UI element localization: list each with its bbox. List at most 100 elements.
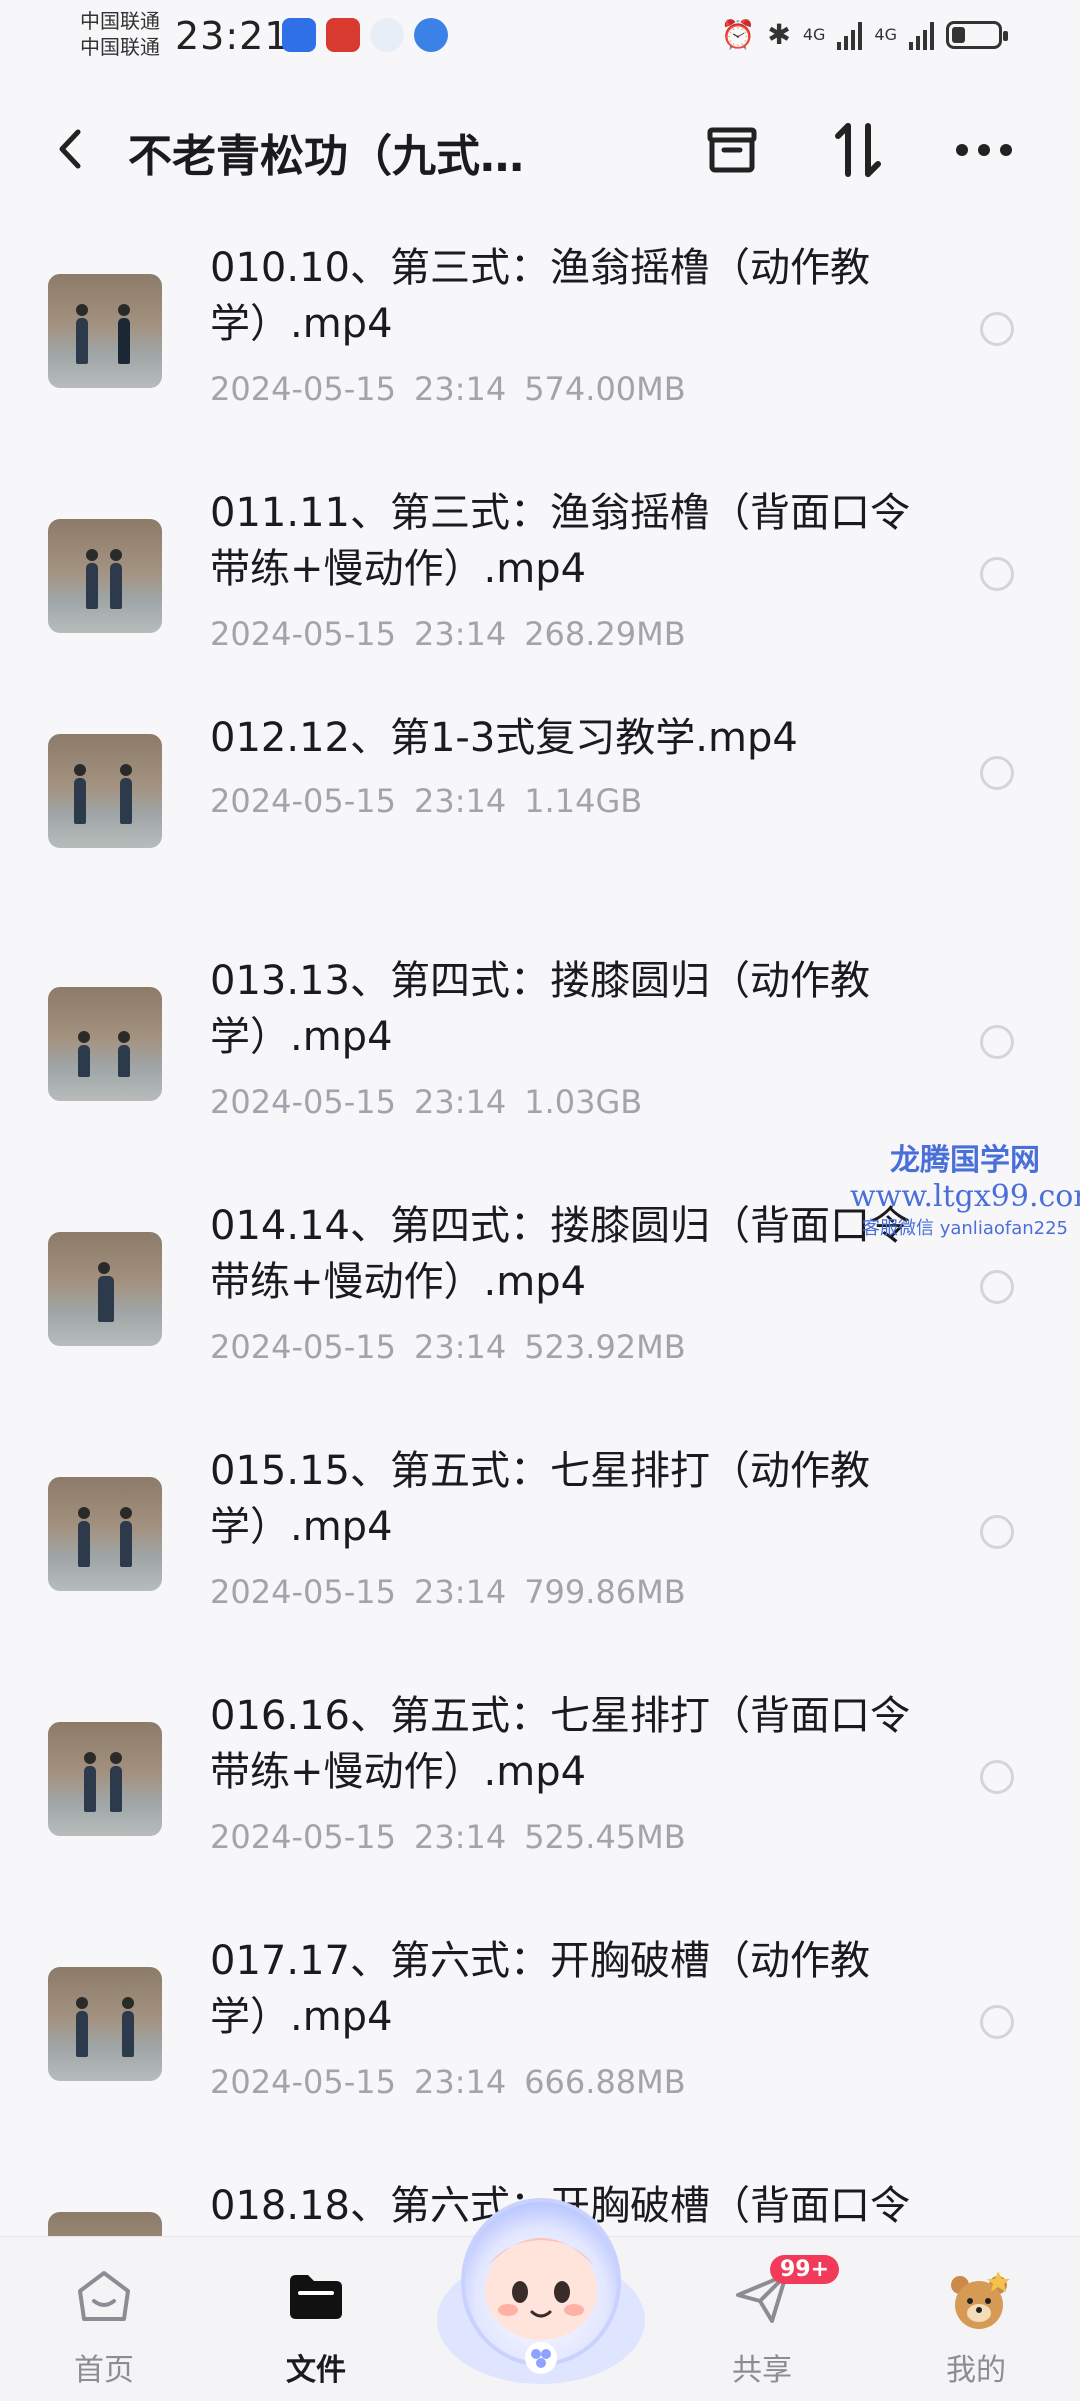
alarm-icon: ⏰ [720,18,756,51]
status-bar: 中国联通 中国联通 23:21 ⏰ ✱ 4G 4G [0,0,1080,80]
select-radio[interactable] [980,756,1014,790]
select-radio[interactable] [980,1025,1014,1059]
file-date: 2024-05-15 [210,1083,396,1121]
file-name: 010.10、第三式：渔翁摇橹（动作教学）.mp4 [210,245,870,347]
file-time: 23:14 [413,1818,507,1856]
file-meta: 2024-05-15 23:14 268.29MB [210,615,704,653]
signal-icon-2 [909,20,934,50]
nav-files[interactable]: 文件 [236,2237,396,2401]
video-thumbnail [48,987,162,1101]
file-row[interactable]: 017.17、第六式：开胸破槽（动作教学）.mp4 2024-05-15 23:1… [0,1913,1080,2143]
file-meta: 2024-05-15 23:14 1.14GB [210,782,660,820]
file-date: 2024-05-15 [210,370,396,408]
app-shield-icon [282,18,316,52]
file-meta: 2024-05-15 23:14 525.45MB [210,1818,704,1856]
file-date: 2024-05-15 [210,615,396,653]
carrier-1: 中国联通 [80,9,160,33]
video-thumbnail [48,2212,162,2236]
file-size: 1.14GB [524,782,643,820]
file-row[interactable]: 012.12、第1-3式复习教学.mp4 2024-05-15 23:14 1.14… [0,710,1080,910]
battery-level [952,26,965,43]
file-time: 23:14 [413,2063,507,2101]
file-date: 2024-05-15 [210,1573,396,1611]
file-row[interactable]: 015.15、第五式：七星排打（动作教学）.mp4 2024-05-15 23:1… [0,1423,1080,1653]
signal-icon [837,20,863,50]
battery-icon [946,20,1008,49]
bear-avatar-icon [946,2267,1010,2329]
select-radio[interactable] [980,1515,1014,1549]
watermark-url: www.ltgx99.com [850,1179,1080,1214]
more-icon[interactable] [952,118,1016,182]
app-header: 不老青松功（九式… [0,100,1080,200]
select-radio[interactable] [980,1760,1014,1794]
nav-share-label: 共享 [732,2353,792,2388]
sort-icon[interactable] [826,118,890,182]
nav-me-label: 我的 [946,2353,1006,2388]
app-globe-icon [414,18,448,52]
app-cloud-icon [370,18,404,52]
nav-share[interactable]: 99+ 共享 [682,2237,842,2401]
file-size: 268.29MB [524,615,686,653]
file-date: 2024-05-15 [210,2063,396,2101]
select-radio[interactable] [980,1270,1014,1304]
network-type-1: 4G [802,25,826,44]
file-size: 523.92MB [524,1328,686,1366]
system-icons: ⏰ ✱ 4G 4G [720,18,1008,51]
nav-home-label: 首页 [74,2353,134,2388]
file-time: 23:14 [413,782,507,820]
file-row[interactable]: 011.11、第三式：渔翁摇橹（背面口令带练+慢动作）.mp4 2024-05-… [0,465,1080,695]
select-radio[interactable] [980,312,1014,346]
file-name: 014.14、第四式：搂膝圆归（背面口令带练+慢动作）.mp4 [210,1203,910,1305]
notification-icons [282,18,448,52]
file-time: 23:14 [413,615,507,653]
carrier-labels: 中国联通 中国联通 [80,8,160,60]
folder-icon [286,2267,346,2327]
file-date: 2024-05-15 [210,1818,396,1856]
file-name: 016.16、第五式：七星排打（背面口令带练+慢动作）.mp4 [210,1693,910,1795]
file-meta: 2024-05-15 23:14 1.03GB [210,1083,660,1121]
clock: 23:21 [175,14,290,58]
file-row[interactable]: 010.10、第三式：渔翁摇橹（动作教学）.mp4 2024-05-15 23:1… [0,220,1080,450]
video-thumbnail [48,1722,162,1836]
carrier-2: 中国联通 [80,35,160,59]
file-name: 017.17、第六式：开胸破槽（动作教学）.mp4 [210,1938,870,2040]
select-radio[interactable] [980,557,1014,591]
file-meta: 2024-05-15 23:14 666.88MB [210,2063,704,2101]
video-thumbnail [48,734,162,848]
file-name: 015.15、第五式：七星排打（动作教学）.mp4 [210,1448,870,1550]
watermark-site-name: 龙腾国学网 [890,1143,1040,1178]
file-size: 666.88MB [524,2063,686,2101]
file-name: 012.12、第1-3式复习教学.mp4 [210,715,798,761]
nav-home[interactable]: 首页 [24,2237,184,2401]
page-title: 不老青松功（九式… [128,131,524,182]
file-row[interactable]: 013.13、第四式：搂膝圆归（动作教学）.mp4 2024-05-15 23:1… [0,933,1080,1163]
file-name: 011.11、第三式：渔翁摇橹（背面口令带练+慢动作）.mp4 [210,490,910,592]
share-badge: 99+ [770,2255,840,2284]
video-thumbnail [48,1232,162,1346]
bluetooth-icon: ✱ [767,18,791,51]
file-name: 013.13、第四式：搂膝圆归（动作教学）.mp4 [210,958,870,1060]
video-thumbnail [48,274,162,388]
archive-icon[interactable] [700,118,764,182]
file-size: 1.03GB [524,1083,643,1121]
nav-files-label: 文件 [286,2353,346,2388]
watermark: 龙腾国学网 www.ltgx99.com 客服微信 yanliaofan225 [850,1135,1080,1240]
video-thumbnail [48,1967,162,2081]
file-time: 23:14 [413,1573,507,1611]
file-date: 2024-05-15 [210,1328,396,1366]
file-meta: 2024-05-15 23:14 799.86MB [210,1573,704,1611]
home-icon [74,2267,134,2327]
mascot-icon[interactable] [428,2180,654,2390]
file-size: 525.45MB [524,1818,686,1856]
app-red-icon [326,18,360,52]
video-thumbnail [48,519,162,633]
video-thumbnail [48,1477,162,1591]
file-meta: 2024-05-15 23:14 574.00MB [210,370,704,408]
nav-me[interactable]: 我的 [896,2237,1056,2401]
select-radio[interactable] [980,2005,1014,2039]
back-chevron-icon[interactable] [50,124,90,174]
file-time: 23:14 [413,1083,507,1121]
file-time: 23:14 [413,1328,507,1366]
file-row[interactable]: 016.16、第五式：七星排打（背面口令带练+慢动作）.mp4 2024-05-… [0,1668,1080,1898]
watermark-contact: 客服微信 yanliaofan225 [862,1218,1068,1239]
